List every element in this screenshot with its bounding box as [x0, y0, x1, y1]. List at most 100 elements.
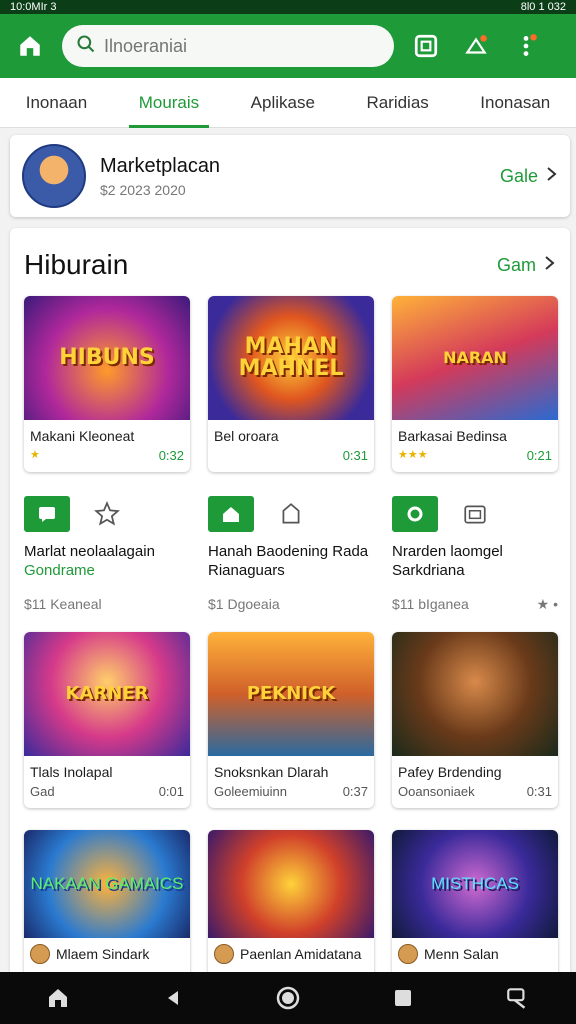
app-info-icons — [392, 496, 558, 532]
game-thumbnail: HIBUNS — [24, 296, 190, 420]
app-info-title: Nrarden laomgel Sarkdriana — [392, 543, 503, 579]
game-grid-row-2: KARNER Tlals Inolapal Gad 0:01 PEKNICK S… — [24, 632, 558, 808]
app-info-price: $11 Keaneal — [24, 596, 102, 612]
game-card[interactable]: Pafey Brdending Ooansoniaek 0:31 — [392, 632, 558, 808]
avatar — [22, 144, 86, 208]
game-footer: Menn Salan — [392, 938, 558, 970]
game-meta: ★★★ 0:21 — [392, 444, 558, 467]
game-art-title: HIBUNS — [59, 345, 155, 370]
tab-raridias[interactable]: Raridias — [356, 78, 438, 128]
game-card[interactable]: PEKNICK Snoksnkan Dlarah Goleemiuinn 0:3… — [208, 632, 374, 808]
search-input[interactable] — [104, 35, 380, 57]
app-info-item[interactable]: Nrarden laomgel Sarkdriana $11 bIganea ★… — [392, 496, 558, 613]
recents-icon[interactable] — [383, 978, 423, 1018]
app-info-price-row: $11 Keaneal — [24, 596, 190, 612]
folder-icon[interactable] — [460, 499, 490, 529]
game-art-title: NAKAAN GAMAICS — [30, 874, 184, 893]
section-more-link[interactable]: Gam — [497, 255, 556, 276]
game-grid-row-3: NAKAAN GAMAICS Mlaem Sindark Paenlan Ami… — [24, 830, 558, 980]
search-bar[interactable] — [62, 25, 394, 67]
game-name: Barkasai Bedinsa — [398, 428, 507, 444]
game-name: Snoksnkan Dlarah — [214, 764, 329, 780]
game-footer: Mlaem Sindark — [24, 938, 190, 970]
game-grid-row-1: HIBUNS Makani Kleoneat ★ 0:32 MAHAN MAHN… — [24, 296, 558, 472]
search-icon — [76, 34, 96, 59]
avatar — [398, 944, 418, 964]
game-thumbnail — [208, 830, 374, 938]
home-icon[interactable] — [38, 978, 78, 1018]
see-all-label: Gale — [499, 165, 538, 186]
tab-inonasan[interactable]: Inonasan — [470, 78, 560, 128]
rating-stars: ★★★ — [398, 449, 428, 461]
notification-icon[interactable] — [458, 28, 494, 64]
chat-icon[interactable] — [24, 496, 70, 532]
game-price: 0:32 — [158, 448, 184, 463]
game-price: 0:01 — [158, 784, 184, 799]
category-tabs: Inonaan Mourais Aplikase Raridias Inonas… — [0, 78, 576, 128]
game-card[interactable]: NARAN Barkasai Bedinsa ★★★ 0:21 — [392, 296, 558, 472]
section-title: Hiburain — [24, 249, 129, 280]
game-art-title: KARNER — [65, 683, 149, 704]
back-icon[interactable] — [153, 978, 193, 1018]
game-art-title: NARAN — [443, 348, 507, 367]
avatar — [30, 944, 50, 964]
app-info-item[interactable]: Marlat neolaalagain Gondrame $11 Keaneal — [24, 496, 190, 613]
house-icon[interactable] — [208, 496, 254, 532]
tab-inonaan[interactable]: Inonaan — [16, 78, 97, 128]
game-meta: Goleemiuinn 0:37 — [208, 780, 374, 803]
app-info-icons — [24, 496, 190, 532]
app-info-subtitle: Gondrame — [24, 562, 95, 579]
bottom-nav-bar — [0, 972, 576, 1024]
game-thumbnail: NARAN — [392, 296, 558, 420]
game-card[interactable]: HIBUNS Makani Kleoneat ★ 0:32 — [24, 296, 190, 472]
chevron-right-icon — [544, 255, 556, 276]
circle-home-icon[interactable] — [268, 978, 308, 1018]
game-name: Pafey Brdending — [398, 764, 502, 780]
game-name: Makani Kleoneat — [30, 428, 135, 444]
tab-aplikase[interactable]: Aplikase — [241, 78, 325, 128]
chevron-right-icon — [546, 166, 558, 187]
marketplace-see-all-link[interactable]: Gale — [500, 166, 558, 187]
status-right: 8l0 1 032 — [521, 1, 566, 13]
game-card[interactable]: MISTHCAS Menn Salan — [392, 830, 558, 980]
search-icon[interactable] — [392, 496, 438, 532]
game-footer: Paenlan Amidatana — [208, 938, 374, 970]
game-thumbnail: PEKNICK — [208, 632, 374, 756]
game-meta: ★ 0:32 — [24, 444, 190, 467]
tab-mourais[interactable]: Mourais — [128, 78, 210, 128]
game-name: Bel oroara — [214, 428, 279, 444]
qr-scan-icon[interactable] — [408, 28, 444, 64]
app-info-price-row: $1 Dgoeaia — [208, 596, 374, 612]
star-icon[interactable] — [92, 499, 122, 529]
app-info-title: Marlat neolaalagain — [24, 543, 155, 560]
app-bar — [0, 14, 576, 78]
assistant-icon[interactable] — [498, 978, 538, 1018]
marketplace-text: Marketplacan $2 2023 2020 — [100, 155, 220, 198]
game-price: 0:37 — [342, 784, 368, 799]
game-thumbnail: MAHAN MAHNEL — [208, 296, 374, 420]
game-thumbnail: KARNER — [24, 632, 190, 756]
game-price: 0:31 — [526, 784, 552, 799]
game-card[interactable]: MAHAN MAHNEL Bel oroara 0:31 — [208, 296, 374, 472]
game-price: 0:31 — [342, 448, 368, 463]
marketplace-subtitle: $2 2023 2020 — [100, 181, 186, 198]
game-subtitle: Gad — [30, 784, 55, 799]
game-art-title: MAHAN MAHNEL — [238, 334, 344, 381]
more-options-icon[interactable] — [508, 28, 544, 64]
avatar — [214, 944, 234, 964]
game-card[interactable]: Paenlan Amidatana — [208, 830, 374, 980]
game-meta: 0:31 — [208, 444, 374, 467]
status-bar: 10:0MIr 3 8l0 1 032 — [0, 0, 576, 14]
game-name: Mlaem Sindark — [56, 946, 150, 962]
app-info-item[interactable]: Hanah Baodening Rada Rianaguars $1 Dgoea… — [208, 496, 374, 613]
shield-icon[interactable] — [276, 499, 306, 529]
app-info-price: $1 Dgoeaia — [208, 596, 280, 612]
home-icon[interactable] — [12, 28, 48, 64]
game-thumbnail: NAKAAN GAMAICS — [24, 830, 190, 938]
game-card[interactable]: KARNER Tlals Inolapal Gad 0:01 — [24, 632, 190, 808]
section-header: Hiburain Gam — [10, 228, 570, 288]
game-card[interactable]: NAKAAN GAMAICS Mlaem Sindark — [24, 830, 190, 980]
game-name: Tlals Inolapal — [30, 764, 113, 780]
app-info-extra: ★ • — [536, 596, 558, 612]
marketplace-card[interactable]: Marketplacan $2 2023 2020 Gale — [10, 135, 570, 217]
